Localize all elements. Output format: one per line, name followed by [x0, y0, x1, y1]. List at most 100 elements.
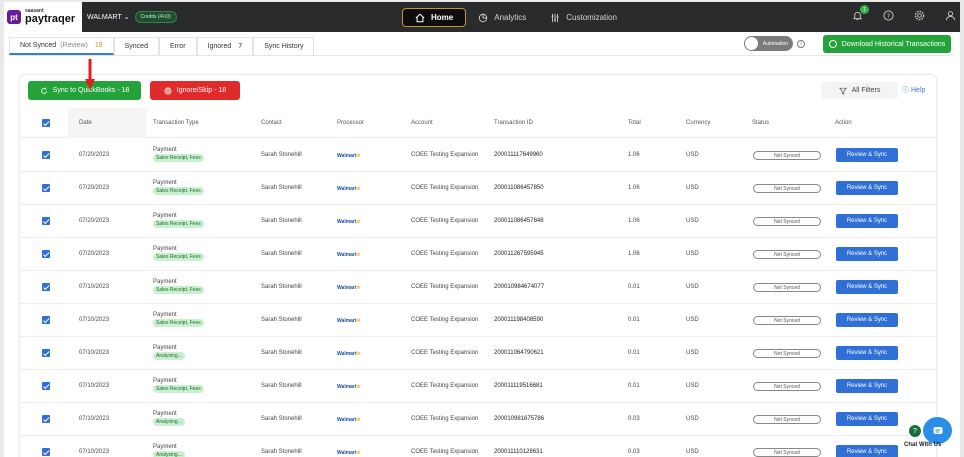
- column-header[interactable]: Account: [411, 120, 433, 126]
- select-all-checkbox[interactable]: [42, 119, 50, 127]
- tab-not-synced[interactable]: Not Synced (Review) 18: [9, 37, 114, 55]
- row-transaction-id: 200011086457850: [494, 185, 544, 191]
- table-row[interactable]: 07/10/2023 Payment Analysing... Sarah Stone…: [20, 337, 938, 370]
- user-icon: [945, 11, 956, 21]
- column-header[interactable]: Date: [79, 120, 92, 126]
- table-row[interactable]: 07/20/2023 Payment Sales Receipt, Fees Sara…: [20, 172, 938, 205]
- row-checkbox[interactable]: [42, 250, 50, 258]
- help-button[interactable]: ?: [883, 10, 894, 21]
- message-icon: [933, 426, 942, 434]
- walmart-spark-icon: ✳: [356, 285, 361, 291]
- notifications-button[interactable]: 1: [852, 5, 869, 21]
- row-processor: Walmart✳: [337, 417, 361, 423]
- column-header[interactable]: Action: [835, 120, 852, 126]
- review-sync-button[interactable]: Review & Sync: [836, 346, 898, 360]
- row-contact: Sarah Stonehill: [261, 185, 302, 191]
- review-sync-button[interactable]: Review & Sync: [836, 313, 898, 327]
- processor-name: Walmart: [337, 318, 357, 324]
- ignore-skip-button[interactable]: Ignore/Skip - 18: [150, 81, 240, 100]
- tab-ignored[interactable]: Ignored 7: [196, 37, 254, 55]
- review-sync-button[interactable]: Review & Sync: [836, 445, 898, 457]
- review-sync-button[interactable]: Review & Sync: [836, 247, 898, 261]
- review-sync-button[interactable]: Review & Sync: [836, 412, 898, 426]
- row-checkbox[interactable]: [42, 448, 50, 456]
- row-transaction-id: 200010984674077: [494, 284, 545, 290]
- nav-home[interactable]: Home: [402, 8, 467, 27]
- settings-button[interactable]: [914, 10, 925, 21]
- status-tabs: Not Synced (Review) 18 Synced Error Igno…: [9, 37, 315, 55]
- column-header[interactable]: Currency: [686, 120, 710, 126]
- column-header[interactable]: Contact: [261, 120, 282, 126]
- table-row[interactable]: 07/10/2023 Payment Sales Receipt, Fees Sara…: [20, 370, 938, 403]
- row-processor: Walmart✳: [337, 285, 361, 291]
- row-type-label: Payment: [153, 345, 177, 351]
- walmart-spark-icon: ✳: [356, 318, 361, 324]
- company-name: WALMART: [87, 13, 122, 21]
- row-checkbox[interactable]: [42, 283, 50, 291]
- nav-analytics[interactable]: Analytics: [466, 8, 538, 27]
- row-type-label: Payment: [153, 444, 177, 450]
- review-sync-button[interactable]: Review & Sync: [836, 280, 898, 294]
- row-currency: USD: [686, 416, 699, 422]
- download-label: Download Historical Transactions: [841, 40, 946, 48]
- table-row[interactable]: 07/20/2023 Payment Sales Receipt, Fees Sara…: [20, 139, 938, 172]
- row-type-label: Payment: [153, 180, 177, 186]
- review-sync-button[interactable]: Review & Sync: [836, 214, 898, 228]
- tab-label: Synced: [124, 43, 148, 50]
- review-sync-button[interactable]: Review & Sync: [836, 148, 898, 162]
- status-badge: Not Synced: [753, 217, 821, 226]
- row-date: 07/10/2023: [79, 317, 110, 323]
- row-type-label: Payment: [153, 213, 177, 219]
- gear-icon: [914, 10, 925, 21]
- row-checkbox[interactable]: [42, 415, 50, 423]
- column-header[interactable]: Transaction Type: [153, 120, 199, 126]
- row-processor: Walmart✳: [337, 186, 361, 192]
- table-row[interactable]: 07/10/2023 Payment Sales Receipt, Fees Sara…: [20, 304, 938, 337]
- review-sync-button[interactable]: Review & Sync: [836, 379, 898, 393]
- arrow-down-icon: [85, 59, 95, 90]
- row-type-tag: Sales Receipt, Fees: [153, 253, 204, 261]
- download-historical-button[interactable]: Download Historical Transactions: [823, 35, 951, 53]
- company-selector[interactable]: WALMART ⌄: [87, 13, 130, 22]
- automation-toggle[interactable]: Automation: [744, 36, 793, 51]
- column-header[interactable]: Processor: [337, 120, 364, 126]
- row-checkbox[interactable]: [42, 151, 50, 159]
- app-logo[interactable]: pt saasant paytraqer: [4, 2, 82, 32]
- row-type-label: Payment: [153, 279, 177, 285]
- table-row[interactable]: 07/10/2023 Payment Sales Receipt, Fees Sara…: [20, 271, 938, 304]
- processor-name: Walmart: [337, 186, 357, 192]
- row-type-label: Payment: [153, 312, 177, 318]
- table-row[interactable]: 07/10/2023 Payment Analysing... Sarah Stone…: [20, 403, 938, 436]
- row-processor: Walmart✳: [337, 153, 361, 159]
- row-checkbox[interactable]: [42, 217, 50, 225]
- nav-customization[interactable]: Customization: [538, 8, 629, 27]
- row-checkbox[interactable]: [42, 349, 50, 357]
- tab-error[interactable]: Error: [158, 37, 197, 55]
- row-contact: Sarah Stonehill: [261, 350, 302, 356]
- column-header[interactable]: Total: [628, 120, 641, 126]
- chat-bubble-icon[interactable]: [923, 417, 952, 444]
- column-header[interactable]: Status: [752, 120, 769, 126]
- info-icon[interactable]: i: [797, 39, 805, 48]
- status-badge: Not Synced: [753, 448, 821, 457]
- tab-sync-history[interactable]: Sync History: [253, 37, 315, 55]
- row-type-tag: Sales Receipt, Fees: [153, 385, 204, 393]
- all-filters-button[interactable]: All Filters: [821, 82, 898, 99]
- refresh-icon: [40, 86, 47, 94]
- row-checkbox[interactable]: [42, 316, 50, 324]
- chevron-down-icon: ⌄: [123, 14, 130, 21]
- chat-widget[interactable]: ? Chat With Us: [900, 412, 960, 457]
- tab-synced[interactable]: Synced: [113, 37, 159, 55]
- table-row[interactable]: 07/10/2023 Payment Analysing... Sarah Stone…: [20, 436, 938, 457]
- table-row[interactable]: 07/20/2023 Payment Sales Receipt, Fees Sara…: [20, 205, 938, 238]
- row-checkbox[interactable]: [42, 382, 50, 390]
- row-checkbox[interactable]: [42, 184, 50, 192]
- help-bubble-icon[interactable]: ?: [908, 424, 922, 438]
- profile-button[interactable]: [945, 10, 956, 21]
- row-type-label: Payment: [153, 147, 177, 153]
- svg-text:?: ?: [887, 12, 890, 20]
- review-sync-button[interactable]: Review & Sync: [836, 181, 898, 195]
- help-link[interactable]: ⓘ Help: [902, 85, 925, 95]
- table-row[interactable]: 07/20/2023 Payment Sales Receipt, Fees Sara…: [20, 238, 938, 271]
- column-header[interactable]: Transaction ID: [494, 120, 533, 126]
